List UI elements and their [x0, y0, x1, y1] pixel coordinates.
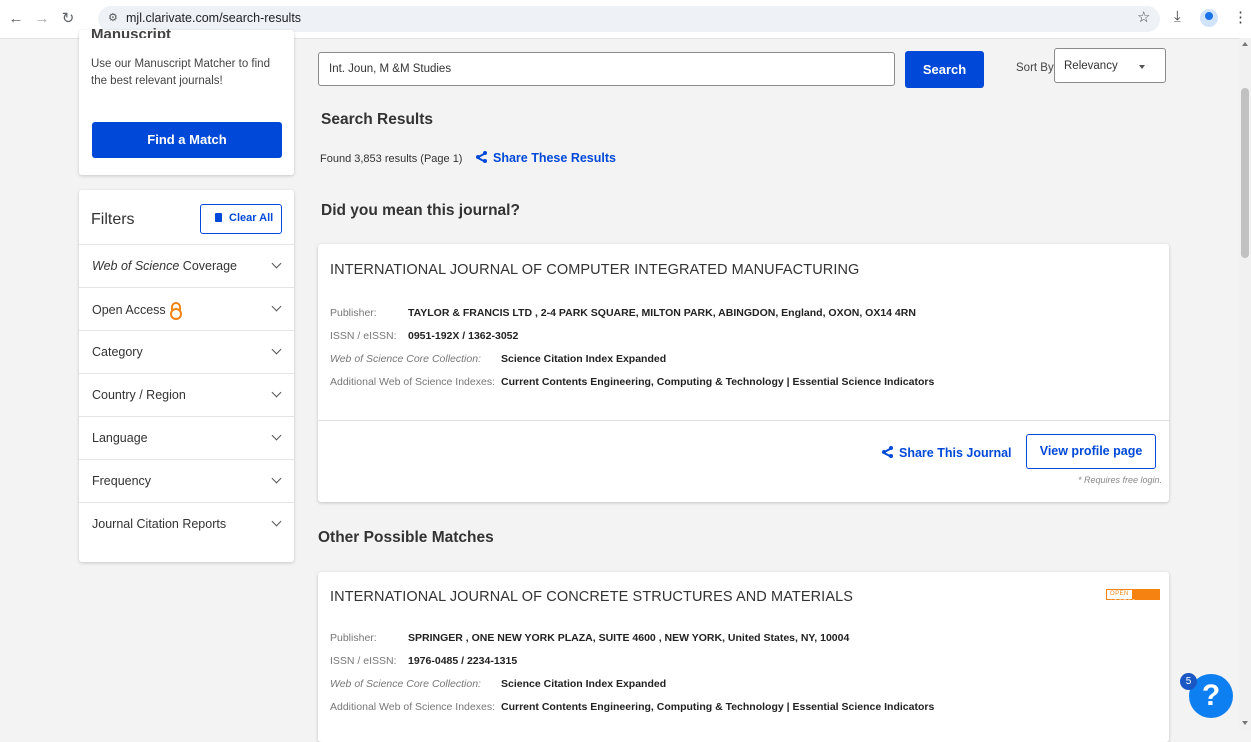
share-icon — [882, 446, 893, 458]
filter-label: Country / Region — [92, 388, 186, 402]
manuscript-matcher-text: Use our Manuscript Matcher to find the b… — [91, 58, 270, 87]
filter-frequency[interactable]: Frequency — [79, 459, 294, 503]
site-info-icon[interactable]: ⚙ — [108, 11, 118, 24]
view-profile-button[interactable]: View profile page — [1026, 434, 1156, 469]
find-a-match-button[interactable]: Find a Match — [92, 122, 282, 158]
search-results-heading: Search Results — [321, 111, 433, 128]
chevron-down-icon — [271, 473, 282, 484]
clear-all-button[interactable]: Clear All — [200, 204, 282, 234]
journal-card: INTERNATIONAL JOURNAL OF CONCRETE STRUCT… — [318, 572, 1169, 742]
filter-label: Open Access — [92, 302, 182, 320]
filter-journal-citation-reports[interactable]: Journal Citation Reports — [79, 502, 294, 546]
filter-category[interactable]: Category — [79, 330, 294, 374]
filter-open-access[interactable]: Open Access — [79, 287, 294, 331]
caret-down-icon — [1139, 65, 1145, 69]
sort-by-value: Relevancy — [1064, 60, 1118, 72]
divider — [318, 420, 1169, 421]
share-journal-link[interactable]: Share This Journal — [882, 446, 1012, 460]
filter-country-region[interactable]: Country / Region — [79, 373, 294, 417]
page-scrollbar[interactable] — [1239, 38, 1251, 731]
profile-avatar-icon[interactable] — [1200, 9, 1218, 27]
download-icon[interactable]: ⤓ — [1174, 8, 1181, 25]
other-matches-heading: Other Possible Matches — [318, 529, 494, 546]
share-icon — [476, 151, 487, 163]
forward-arrow-icon[interactable]: → — [32, 9, 52, 29]
search-input[interactable] — [318, 52, 895, 86]
open-access-lock-icon — [169, 302, 182, 320]
notification-badge: 5 — [1180, 673, 1197, 690]
filter-web-of-science-coverage[interactable]: Web of Science Coverage — [79, 244, 294, 288]
sort-by-select[interactable]: Relevancy — [1054, 48, 1166, 83]
share-results-link[interactable]: Share These Results — [476, 151, 616, 165]
journal-card: INTERNATIONAL JOURNAL OF COMPUTER INTEGR… — [318, 244, 1169, 502]
address-bar[interactable]: ⚙ mjl.clarivate.com/search-results — [98, 6, 1160, 32]
back-arrow-icon[interactable]: ← — [6, 9, 26, 29]
chevron-down-icon — [271, 516, 282, 527]
chevron-down-icon — [271, 344, 282, 355]
manuscript-matcher-heading: Manuscript — [91, 26, 172, 38]
filter-label: Web of Science Coverage — [92, 259, 238, 273]
chevron-down-icon — [271, 387, 282, 398]
search-button[interactable]: Search — [905, 51, 984, 88]
scroll-down-arrow-icon[interactable] — [1242, 721, 1248, 725]
scroll-up-arrow-icon[interactable] — [1242, 42, 1248, 46]
filter-label: Language — [92, 431, 148, 445]
results-count: Found 3,853 results (Page 1) — [320, 153, 463, 165]
sort-by-label: Sort By: — [1016, 62, 1057, 74]
journal-title[interactable]: INTERNATIONAL JOURNAL OF COMPUTER INTEGR… — [330, 262, 859, 278]
url-text: mjl.clarivate.com/search-results — [126, 11, 302, 25]
requires-login-note: * Requires free login. — [1078, 475, 1163, 485]
filters-title: Filters — [91, 211, 135, 228]
chevron-down-icon — [271, 301, 282, 312]
scroll-thumb[interactable] — [1241, 88, 1249, 258]
manuscript-matcher-panel: Manuscript Use our Manuscript Matcher to… — [79, 26, 294, 175]
open-access-badge: OPENACCESS — [1106, 589, 1160, 606]
filters-panel: Filters Clear All Web of Science Coverag… — [79, 190, 294, 562]
filter-language[interactable]: Language — [79, 416, 294, 460]
reload-icon[interactable]: ↻ — [58, 9, 78, 29]
filter-label: Category — [92, 345, 143, 359]
trash-icon — [215, 213, 222, 222]
did-you-mean-heading: Did you mean this journal? — [321, 202, 520, 219]
more-menu-icon[interactable]: ⋮ — [1233, 8, 1248, 26]
filter-label: Frequency — [92, 474, 152, 488]
journal-title[interactable]: INTERNATIONAL JOURNAL OF CONCRETE STRUCT… — [330, 589, 853, 605]
chevron-down-icon — [271, 258, 282, 269]
bookmark-star-icon[interactable]: ☆ — [1137, 8, 1150, 26]
filter-label: Journal Citation Reports — [92, 517, 227, 531]
chevron-down-icon — [271, 430, 282, 441]
